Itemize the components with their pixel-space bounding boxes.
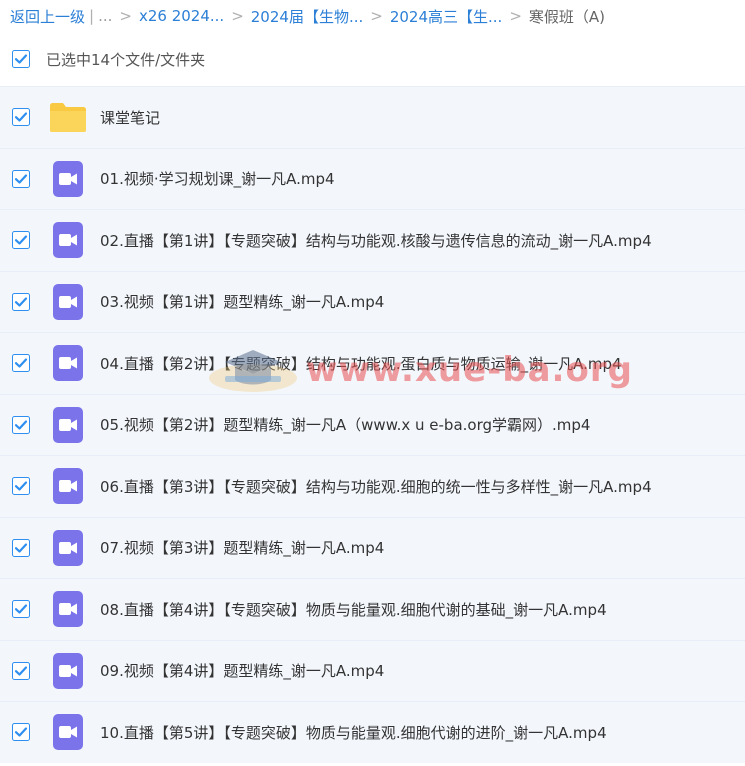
list-item[interactable]: 08.直播【第4讲】【专题突破】物质与能量观.细胞代谢的基础_谢一凡A.mp4 bbox=[0, 578, 745, 640]
breadcrumb-chevron-icon: > bbox=[119, 7, 132, 25]
video-icon bbox=[48, 528, 88, 568]
row-checkbox[interactable] bbox=[12, 661, 30, 680]
list-item[interactable]: 09.视频【第4讲】题型精练_谢一凡A.mp4 bbox=[0, 639, 745, 701]
video-icon bbox=[48, 282, 88, 322]
breadcrumb-chevron-icon: > bbox=[370, 7, 383, 25]
row-checkbox[interactable] bbox=[12, 477, 30, 496]
video-icon bbox=[48, 220, 88, 260]
video-icon bbox=[48, 405, 88, 445]
select-all-checkbox[interactable] bbox=[12, 50, 30, 68]
file-name[interactable]: 09.视频【第4讲】题型精练_谢一凡A.mp4 bbox=[100, 660, 384, 681]
file-name[interactable]: 04.直播【第2讲】【专题突破】结构与功能观.蛋白质与物质运输_谢一凡A.mp4 bbox=[100, 353, 622, 374]
breadcrumb-chevron-icon: > bbox=[509, 7, 522, 25]
file-name[interactable]: 08.直播【第4讲】【专题突破】物质与能量观.细胞代谢的基础_谢一凡A.mp4 bbox=[100, 599, 607, 620]
breadcrumb-item-3[interactable]: 2024高三【生... bbox=[390, 6, 502, 27]
breadcrumb-item-1[interactable]: x26 2024... bbox=[139, 7, 224, 25]
list-item[interactable]: 02.直播【第1讲】【专题突破】结构与功能观.核酸与遗传信息的流动_谢一凡A.m… bbox=[0, 209, 745, 271]
row-checkbox[interactable] bbox=[12, 108, 30, 127]
list-item[interactable]: 10.直播【第5讲】【专题突破】物质与能量观.细胞代谢的进阶_谢一凡A.mp4 bbox=[0, 701, 745, 763]
row-checkbox[interactable] bbox=[12, 354, 30, 373]
file-name[interactable]: 06.直播【第3讲】【专题突破】结构与功能观.细胞的统一性与多样性_谢一凡A.m… bbox=[100, 476, 652, 497]
breadcrumb-current: 寒假班（A) bbox=[528, 7, 606, 26]
breadcrumb-divider: | bbox=[89, 7, 95, 25]
back-link[interactable]: 返回上一级 bbox=[10, 6, 85, 27]
list-item[interactable]: 01.视频·学习规划课_谢一凡A.mp4 bbox=[0, 147, 745, 209]
list-item[interactable]: 07.视频【第3讲】题型精练_谢一凡A.mp4 bbox=[0, 516, 745, 578]
row-checkbox[interactable] bbox=[12, 169, 30, 188]
selection-bar: 已选中14个文件/文件夹 bbox=[0, 32, 745, 112]
row-checkbox[interactable] bbox=[12, 600, 30, 619]
folder-icon bbox=[48, 97, 88, 137]
row-checkbox[interactable] bbox=[12, 415, 30, 434]
breadcrumb-chevron-icon: > bbox=[231, 7, 244, 25]
file-name[interactable]: 03.视频【第1讲】题型精练_谢一凡A.mp4 bbox=[100, 291, 384, 312]
list-item[interactable]: 课堂笔记 bbox=[0, 86, 745, 148]
list-item[interactable]: 03.视频【第1讲】题型精练_谢一凡A.mp4 bbox=[0, 270, 745, 332]
list-item[interactable]: 06.直播【第3讲】【专题突破】结构与功能观.细胞的统一性与多样性_谢一凡A.m… bbox=[0, 455, 745, 517]
video-icon bbox=[48, 589, 88, 629]
file-list: 课堂笔记 01.视频·学习规划课_谢一凡A.mp4 02.直播【第1讲】【专题突… bbox=[0, 86, 745, 763]
file-name[interactable]: 07.视频【第3讲】题型精练_谢一凡A.mp4 bbox=[100, 537, 384, 558]
video-icon bbox=[48, 651, 88, 691]
row-checkbox[interactable] bbox=[12, 231, 30, 250]
file-name[interactable]: 02.直播【第1讲】【专题突破】结构与功能观.核酸与遗传信息的流动_谢一凡A.m… bbox=[100, 230, 652, 251]
file-name[interactable]: 01.视频·学习规划课_谢一凡A.mp4 bbox=[100, 168, 335, 189]
video-icon bbox=[48, 712, 88, 752]
selection-count: 已选中14个文件/文件夹 bbox=[46, 50, 206, 69]
file-name[interactable]: 课堂笔记 bbox=[100, 107, 160, 128]
row-checkbox[interactable] bbox=[12, 723, 30, 742]
list-item[interactable]: 04.直播【第2讲】【专题突破】结构与功能观.蛋白质与物质运输_谢一凡A.mp4 bbox=[0, 332, 745, 394]
file-name[interactable]: 05.视频【第2讲】题型精练_谢一凡A（www.x u e-ba.org学霸网）… bbox=[100, 414, 590, 435]
breadcrumb: 返回上一级 | ... > x26 2024... > 2024届【生物... … bbox=[0, 0, 745, 32]
video-icon bbox=[48, 466, 88, 506]
video-icon bbox=[48, 343, 88, 383]
breadcrumb-item-2[interactable]: 2024届【生物... bbox=[251, 6, 363, 27]
row-checkbox[interactable] bbox=[12, 292, 30, 311]
file-name[interactable]: 10.直播【第5讲】【专题突破】物质与能量观.细胞代谢的进阶_谢一凡A.mp4 bbox=[100, 722, 607, 743]
breadcrumb-ellipsis[interactable]: ... bbox=[98, 7, 112, 25]
video-icon bbox=[48, 159, 88, 199]
row-checkbox[interactable] bbox=[12, 538, 30, 557]
list-item[interactable]: 05.视频【第2讲】题型精练_谢一凡A（www.x u e-ba.org学霸网）… bbox=[0, 393, 745, 455]
